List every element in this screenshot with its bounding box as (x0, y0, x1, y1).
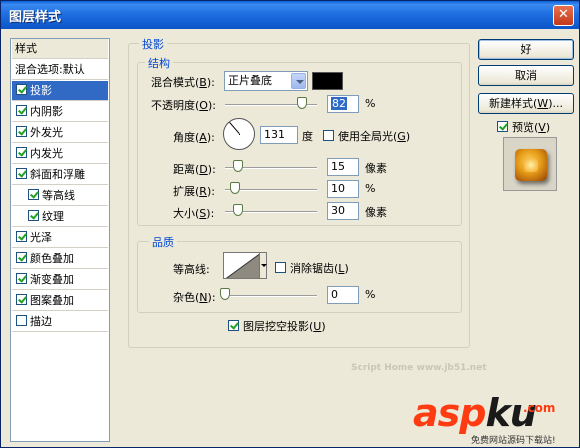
drop-shadow-checkbox[interactable] (16, 84, 27, 95)
style-item-inner-glow[interactable]: 内发光 (12, 144, 108, 164)
cancel-button[interactable]: 取消 (478, 65, 574, 86)
style-item-stroke[interactable]: 描边 (12, 312, 108, 332)
layer-style-dialog: 图层样式 ✕ 样式 混合选项:默认 投影 内阴影 外发光 内发光 斜面和浮雕 等… (0, 0, 580, 448)
contour-curve-icon (225, 253, 259, 278)
styles-header[interactable]: 样式 (12, 39, 108, 59)
chevron-down-icon (291, 73, 306, 89)
blend-mode-value: 正片叠底 (228, 74, 272, 87)
style-item-outer-glow[interactable]: 外发光 (12, 123, 108, 143)
noise-slider-thumb[interactable] (220, 288, 230, 300)
style-item-inner-shadow[interactable]: 内阴影 (12, 102, 108, 122)
new-style-button[interactable]: 新建样式(W)... (478, 93, 574, 114)
style-item-texture[interactable]: 纹理 (12, 207, 108, 227)
distance-unit: 像素 (365, 162, 387, 175)
spread-input[interactable]: 10 (327, 180, 359, 198)
knockout-checkbox[interactable] (228, 320, 239, 331)
inner-glow-checkbox[interactable] (16, 147, 27, 158)
preview-thumbnail-icon (515, 149, 547, 181)
angle-input[interactable]: 131 (260, 126, 298, 144)
angle-label: 角度(A): (173, 131, 215, 144)
watermark-ext: .com (523, 401, 556, 415)
antialias-label: 消除锯齿(L) (290, 262, 349, 275)
style-preview (503, 137, 557, 191)
contour-checkbox[interactable] (28, 189, 39, 200)
distance-label: 距离(D): (173, 163, 216, 176)
style-item-bevel-emboss[interactable]: 斜面和浮雕 (12, 165, 108, 185)
distance-input[interactable]: 15 (327, 158, 359, 176)
preview-label: 预览(V) (512, 121, 551, 134)
style-item-gradient-overlay[interactable]: 渐变叠加 (12, 270, 108, 290)
knockout-label: 图层挖空投影(U) (243, 320, 326, 333)
blend-mode-select[interactable]: 正片叠底 (224, 71, 308, 91)
stroke-checkbox[interactable] (16, 315, 27, 326)
noise-input[interactable]: 0 (327, 286, 359, 304)
contour-picker[interactable] (223, 252, 260, 279)
styles-list: 样式 混合选项:默认 投影 内阴影 外发光 内发光 斜面和浮雕 等高线 纹理 光… (10, 38, 110, 442)
blend-mode-label: 混合模式(B): (151, 76, 215, 89)
noise-label: 杂色(N): (173, 291, 216, 304)
spread-slider-thumb[interactable] (230, 182, 240, 194)
contour-dropdown-button[interactable] (259, 252, 267, 279)
size-input[interactable]: 30 (327, 202, 359, 220)
texture-checkbox[interactable] (28, 210, 39, 221)
outer-glow-checkbox[interactable] (16, 126, 27, 137)
style-item-contour[interactable]: 等高线 (12, 186, 108, 206)
close-icon: ✕ (558, 7, 569, 22)
watermark-faint-text: Script Home www.jb51.net (351, 363, 487, 373)
shadow-color-swatch[interactable] (312, 72, 343, 90)
close-button[interactable]: ✕ (553, 5, 574, 26)
style-item-drop-shadow[interactable]: 投影 (12, 81, 108, 101)
pattern-overlay-checkbox[interactable] (16, 294, 27, 305)
satin-checkbox[interactable] (16, 231, 27, 242)
opacity-label: 不透明度(O): (151, 99, 216, 112)
angle-unit: 度 (302, 130, 313, 143)
distance-slider-thumb[interactable] (233, 160, 243, 172)
noise-unit: % (365, 288, 376, 301)
preview-checkbox[interactable] (497, 121, 508, 132)
watermark-subtitle: 免费网站源码下载站! (471, 436, 556, 446)
style-item-satin[interactable]: 光泽 (12, 228, 108, 248)
angle-dial[interactable] (223, 118, 255, 150)
quality-title: 品质 (149, 234, 177, 250)
drop-shadow-title: 投影 (139, 36, 167, 52)
antialias-checkbox[interactable] (275, 262, 286, 273)
inner-shadow-checkbox[interactable] (16, 105, 27, 116)
size-slider-thumb[interactable] (233, 204, 243, 216)
blend-options-item[interactable]: 混合选项:默认 (12, 60, 108, 80)
gradient-overlay-checkbox[interactable] (16, 273, 27, 284)
ok-button[interactable]: 好 (478, 39, 574, 60)
opacity-slider-thumb[interactable] (297, 97, 307, 109)
size-unit: 像素 (365, 206, 387, 219)
size-label: 大小(S): (173, 207, 215, 220)
window-title: 图层样式 (9, 10, 62, 25)
angle-needle (229, 122, 240, 134)
noise-slider[interactable] (225, 295, 317, 297)
watermark-logo: aspku (413, 391, 537, 435)
spread-unit: % (365, 182, 376, 195)
opacity-input[interactable]: 82 (327, 95, 359, 113)
spread-label: 扩展(R): (173, 185, 215, 198)
style-item-color-overlay[interactable]: 颜色叠加 (12, 249, 108, 269)
opacity-unit: % (365, 97, 376, 110)
title-bar[interactable]: 图层样式 ✕ (1, 1, 579, 29)
color-overlay-checkbox[interactable] (16, 252, 27, 263)
global-light-label: 使用全局光(G) (338, 130, 411, 143)
bevel-emboss-checkbox[interactable] (16, 168, 27, 179)
structure-title: 结构 (145, 55, 173, 71)
global-light-checkbox[interactable] (323, 130, 334, 141)
contour-label: 等高线: (173, 263, 210, 276)
style-item-pattern-overlay[interactable]: 图案叠加 (12, 291, 108, 311)
